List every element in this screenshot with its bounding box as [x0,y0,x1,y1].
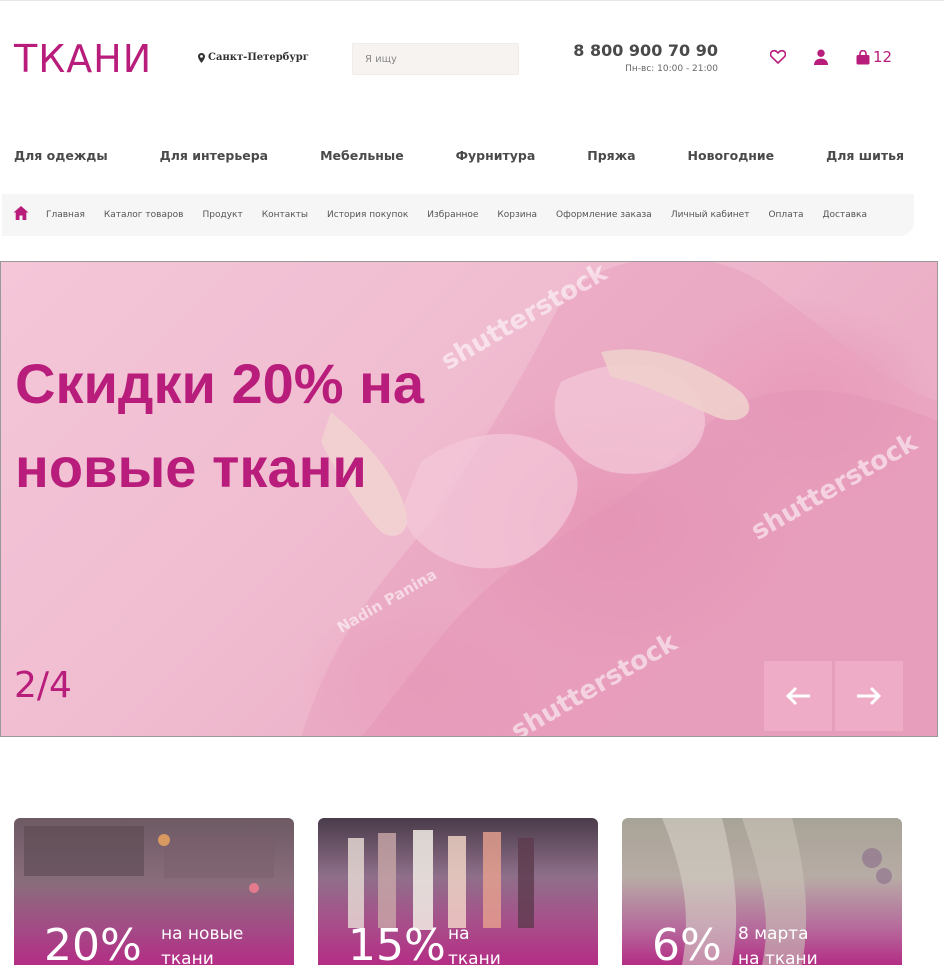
nav-item-yarn[interactable]: Пряжа [587,148,635,168]
breadcrumb-product[interactable]: Продукт [202,210,242,220]
arrow-left-icon [785,686,810,706]
cart-button[interactable]: 12 [856,48,892,66]
nav-item-accessories[interactable]: Фурнитура [456,148,536,168]
breadcrumb: Главная Каталог товаров Продукт Контакты… [2,194,914,236]
promo-line-2: ткани [448,949,501,965]
contact-block: 8 800 900 70 90 Пн-вс: 10:00 - 21:00 [560,41,718,74]
search-box [352,43,519,75]
breadcrumb-account[interactable]: Личный кабинет [671,210,750,220]
home-icon[interactable] [13,205,29,221]
breadcrumb-catalog[interactable]: Каталог товаров [104,210,184,220]
shopping-bag-icon [856,49,870,64]
promo-line-1: 8 марта [738,924,809,944]
nav-item-clothing[interactable]: Для одежды [14,148,108,168]
breadcrumb-payment[interactable]: Оплата [768,210,803,220]
promo-card[interactable]: 20% на новые ткани [14,818,294,965]
breadcrumb-contacts[interactable]: Контакты [262,210,308,220]
nav-item-interior[interactable]: Для интерьера [160,148,269,168]
nav-item-furniture[interactable]: Мебельные [320,148,404,168]
promo-card[interactable]: 15% на ткани [318,818,598,965]
promo-line-1: на новые [161,924,244,944]
hero-title: Скидки 20% на новые ткани [15,352,425,499]
breadcrumb-checkout[interactable]: Оформление заказа [556,210,652,220]
next-slide-button[interactable] [835,661,903,731]
promo-line-1: на [448,924,470,944]
site-header: ТКАНИ Санкт-Петербург 8 800 900 70 90 Пн… [0,0,944,110]
working-hours: Пн-вс: 10:00 - 21:00 [625,64,718,74]
breadcrumb-favorites[interactable]: Избранное [427,210,478,220]
account-button[interactable] [814,48,828,66]
breadcrumb-history[interactable]: История покупок [327,210,408,220]
promo-line-2: ткани [161,949,214,965]
favorites-button[interactable] [770,48,786,66]
heart-icon [770,50,786,64]
hero-slider: shutterstock shutterstock shutterstock N… [0,261,938,737]
promo-text: на ткани [448,922,501,965]
nav-item-new-year[interactable]: Новогодние [688,148,775,168]
breadcrumb-home[interactable]: Главная [46,210,85,220]
main-nav: Для одежды Для интерьера Мебельные Фурни… [14,148,904,168]
arrow-right-icon [857,686,882,706]
prev-slide-button[interactable] [764,661,832,731]
logo[interactable]: ТКАНИ [14,36,152,82]
user-icon [814,49,828,65]
promo-text: 8 марта на ткани [738,922,818,965]
promo-text: на новые ткани [161,922,243,965]
nav-item-sewing[interactable]: Для шитья [826,148,904,168]
city-label: Санкт-Петербург [208,52,309,63]
map-marker-icon [198,52,205,63]
promo-line-2: на ткани [738,949,818,965]
city-selector[interactable]: Санкт-Петербург [198,52,309,63]
phone-number[interactable]: 8 800 900 70 90 [560,41,718,61]
promo-card[interactable]: 6% 8 марта на ткани [622,818,902,965]
promo-percent: 20% [44,920,142,965]
breadcrumb-cart[interactable]: Корзина [497,210,537,220]
slide-counter: 2/4 [14,665,72,706]
search-input[interactable] [353,44,518,74]
cart-count: 12 [873,48,893,66]
promo-percent: 15% [348,920,446,965]
promo-percent: 6% [652,920,722,965]
breadcrumb-delivery[interactable]: Доставка [822,210,867,220]
